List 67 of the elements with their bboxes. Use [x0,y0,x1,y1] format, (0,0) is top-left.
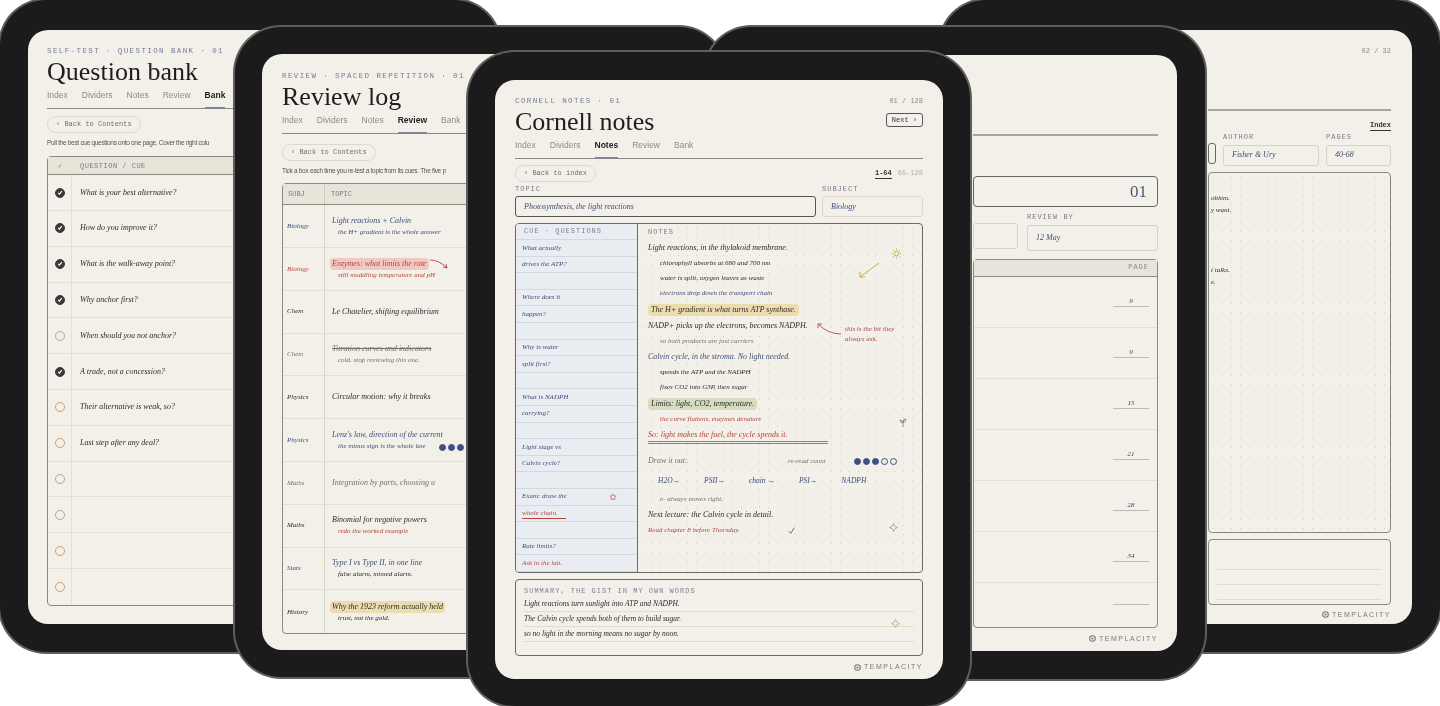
question-text: How do you improve it? [79,222,158,235]
question-text: A trade, not a concession? [79,365,165,378]
topic-text: Le Chatelier, shifting equilibrium [331,305,440,318]
tab[interactable]: Index [515,139,536,159]
input-field[interactable] [1208,143,1216,164]
question-text: What is the walk-away point? [79,258,176,271]
tab[interactable]: Review [632,139,660,159]
checkbox[interactable] [54,259,65,270]
page-title: Question bank [47,57,198,88]
input-field[interactable]: Photosynthesis, the light reactions [515,196,816,217]
tab[interactable]: Notes [594,139,619,159]
topic-text: Why the 1923 reform actually held [330,600,445,613]
topic-text: Integration by parts, choosing u [331,476,436,489]
tab[interactable]: Index [47,89,68,109]
check-icon [788,527,795,534]
sprout-icon [899,418,907,427]
topic-text: Circular motion: why it breaks [331,391,432,404]
tab[interactable]: Dividers [316,114,348,134]
checkbox[interactable] [54,295,65,306]
logo-icon [1322,611,1330,619]
tab[interactable]: Review [397,114,427,134]
question-text: Last step after any deal? [79,437,160,450]
arrow-icon [816,322,842,336]
tab[interactable]: Bank [204,89,226,109]
sparkle-icon [891,619,900,628]
input-field[interactable]: 40-68 [1326,144,1391,166]
logo-icon [1089,635,1097,643]
question-text: When should you not anchor? [79,329,176,342]
topic-text: Binomial for negative powers [331,514,428,527]
checkbox[interactable] [54,223,65,234]
tab[interactable]: Dividers [549,139,581,159]
note-text: Draw it out: [648,455,689,467]
question-text: Their alternative is weak, so? [79,401,175,414]
sun-icon [891,248,902,259]
topic-text: Enzymes: what limits the rate [330,257,429,270]
topic-text: Light reactions + Calvin [331,214,413,227]
note-text: NADP+ picks up the electrons, becomes NADPH. [648,320,808,332]
question-text: What is your best alternative? [79,186,177,199]
input-field[interactable]: 12 May [1027,224,1158,251]
topic-text: Lenz's law, direction of the current [331,428,444,441]
note-text: Light reactions, in the thylakoid membrane. [648,242,788,254]
topic-text: Type I vs Type II, in one line [331,557,424,570]
page-title: Cornell notes [515,107,655,138]
tab[interactable]: Review [162,89,191,109]
sparkle-icon [889,523,898,532]
checkbox[interactable] [54,366,65,377]
note-text: Calvin cycle, in the stroma. No light needed. [648,351,791,363]
underlined-note: So: light makes the fuel, the cycle spends it. [648,429,828,444]
tab[interactable]: Notes [361,114,384,134]
page-title: Review log [282,82,402,113]
card-number: 01 [1130,180,1147,203]
tab[interactable]: Bank [441,114,461,134]
checkbox[interactable] [54,187,65,198]
tab[interactable]: Notes [126,89,149,109]
note-text: Next lecture: the Calvin cycle in detail. [648,509,774,521]
tab[interactable]: Index [282,114,303,134]
input-field[interactable]: Biology [822,196,923,217]
tab[interactable]: Bank [674,139,694,159]
input-field[interactable]: Fisher & Ury [1223,144,1319,166]
question-text: Why anchor first? [79,294,138,307]
topic-text: Titration curves and indicators [331,343,433,356]
star-icon [609,492,617,501]
tab[interactable]: Dividers [81,89,113,109]
arrow-icon [858,262,880,279]
highlighted-note: The H+ gradient is what turns ATP synthase. [648,303,799,316]
highlighted-note: Limits: light, CO2, temperature. [648,397,758,410]
logo-icon [854,663,862,671]
